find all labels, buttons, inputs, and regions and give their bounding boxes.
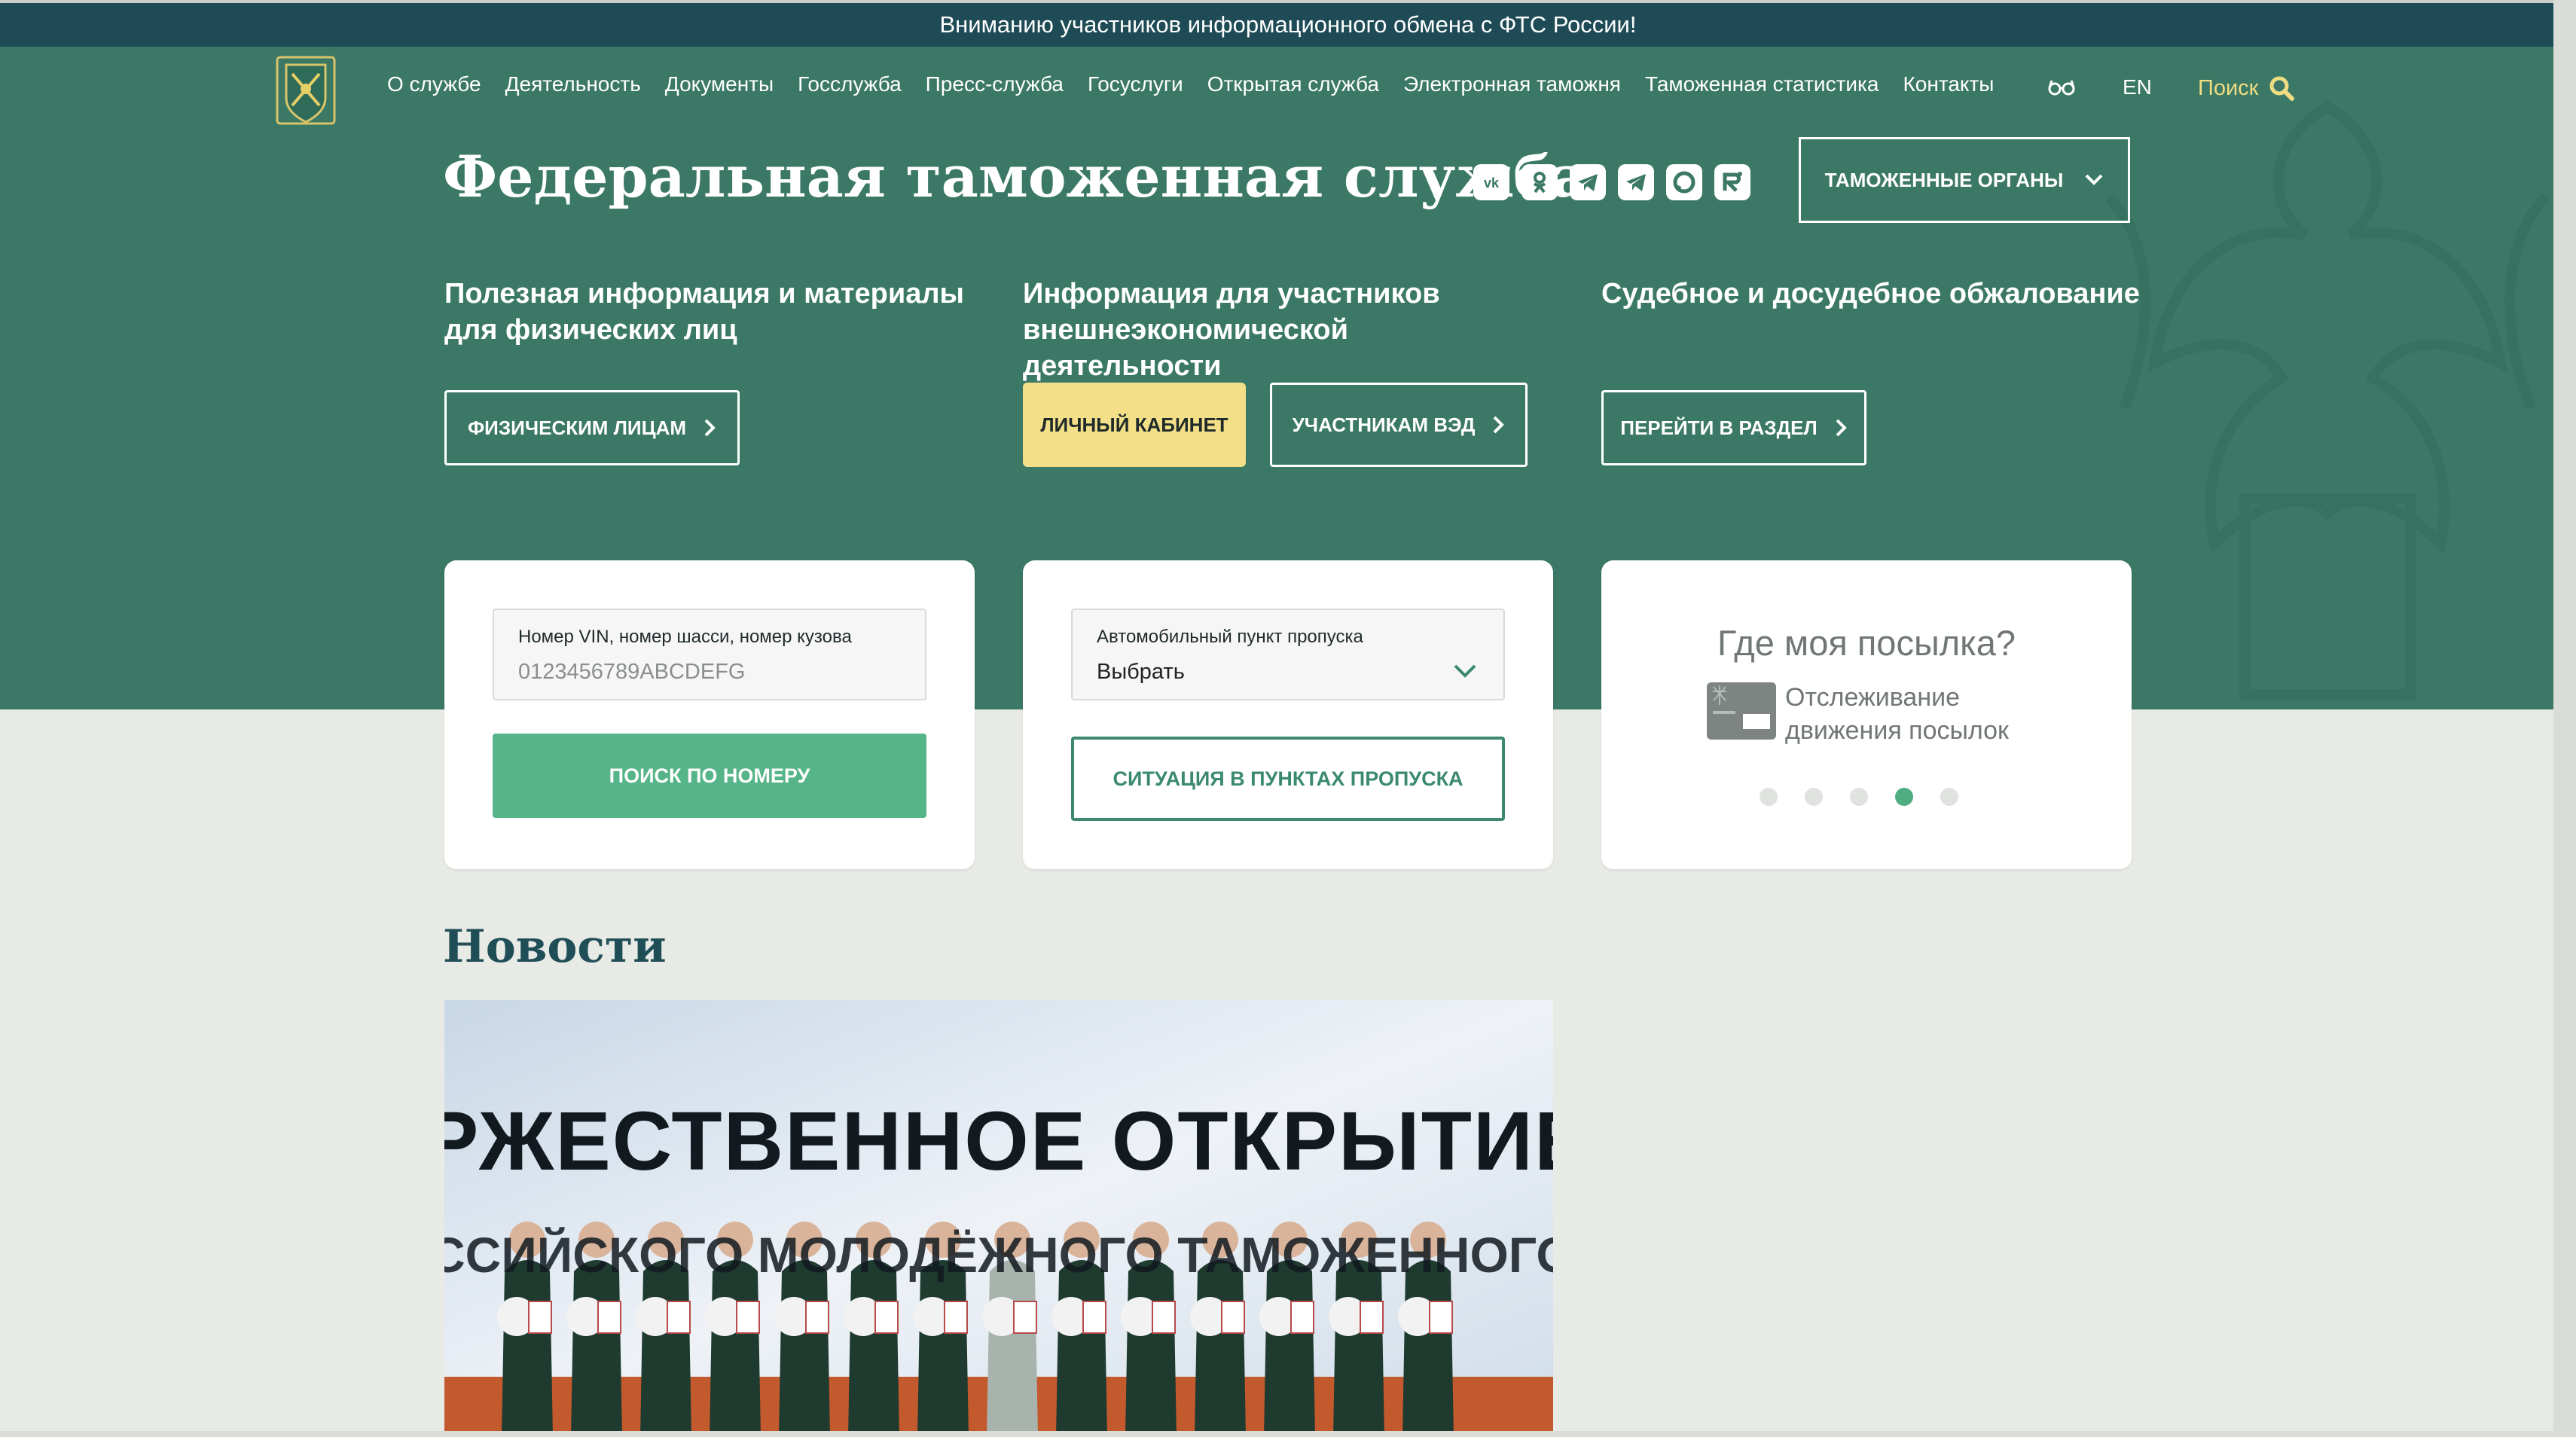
search-link[interactable]: Поиск (2198, 75, 2295, 101)
announcement-bar[interactable]: Вниманию участников информационного обме… (0, 3, 2576, 47)
news-banner-subtext: ССИЙСКОГО МОЛОДЁЖНОГО ТАМОЖЕННОГО ФОР (444, 1227, 1553, 1283)
customs-bodies-label: ТАМОЖЕННЫЕ ОРГАНЫ (1824, 168, 2064, 191)
vin-input-placeholder[interactable]: 0123456789ABCDEFG (518, 660, 745, 685)
chevron-down-icon[interactable] (1452, 663, 1478, 679)
checkpoint-select[interactable]: Автомобильный пункт пропуска Выбрать (1071, 609, 1505, 700)
appeal-button[interactable]: ПЕРЕЙТИ В РАЗДЕЛ (1601, 390, 1866, 465)
max-messenger-icon[interactable] (1666, 164, 1702, 200)
fts-emblem-logo[interactable] (276, 56, 336, 125)
search-label[interactable]: Поиск (2198, 76, 2258, 101)
nav-item-documents[interactable]: Документы (665, 72, 774, 96)
main-nav: О службе Деятельность Документы Госслужб… (387, 72, 1994, 96)
checkpoint-card: Автомобильный пункт пропуска Выбрать СИТ… (1023, 560, 1553, 869)
nav-item-civil-service[interactable]: Госслужба (798, 72, 902, 96)
individuals-button[interactable]: ФИЗИЧЕСКИМ ЛИЦАМ (444, 390, 740, 465)
news-heading: Новости (443, 920, 667, 973)
telegram-channel-icon[interactable] (1618, 164, 1654, 200)
parcel-subtitle: Отслеживание движения посылок (1785, 681, 2009, 747)
individuals-button-label: ФИЗИЧЕСКИМ ЛИЦАМ (467, 416, 687, 439)
window-frame-right (2553, 0, 2576, 1437)
coat-of-arms-watermark (2104, 100, 2550, 700)
news-photo[interactable]: РЖЕСТВЕННОЕ ОТКРЫТИЕ ССИЙСКОГО МОЛОДЁЖНО… (444, 1000, 1553, 1437)
chevron-down-icon (2085, 174, 2103, 185)
parcel-subtitle-line1: Отслеживание (1785, 683, 1961, 712)
checkpoint-select-label: Автомобильный пункт пропуска (1097, 627, 1363, 647)
nav-item-open-service[interactable]: Открытая служба (1207, 72, 1379, 96)
checkpoint-select-value[interactable]: Выбрать (1097, 660, 1185, 685)
news-banner-text: РЖЕСТВЕННОЕ ОТКРЫТИЕ (444, 1095, 1553, 1188)
news-photo-image[interactable] (444, 1000, 1553, 1437)
vin-search-card: Номер VIN, номер шасси, номер кузова 012… (444, 560, 975, 869)
nav-item-e-customs[interactable]: Электронная таможня (1403, 72, 1621, 96)
window-frame-bottom (0, 1431, 2576, 1437)
carousel-dot-4[interactable] (1895, 788, 1913, 806)
appeal-section-title: Судебное и досудебное обжалование (1601, 278, 2140, 310)
vin-input-label: Номер VIN, номер шасси, номер кузова (518, 627, 852, 647)
carousel-dots (1760, 788, 1958, 806)
carousel-dot-1[interactable] (1760, 788, 1778, 806)
vin-search-button[interactable]: ПОИСК ПО НОМЕРУ (493, 734, 926, 818)
parcel-tracking-card[interactable]: Где моя посылка? Отслеживание движения п… (1601, 560, 2132, 869)
carousel-dot-2[interactable] (1805, 788, 1823, 806)
search-icon[interactable] (2269, 75, 2295, 101)
nav-item-press[interactable]: Пресс-служба (926, 72, 1064, 96)
foreign-trade-button-label: УЧАСТНИКАМ ВЭД (1292, 413, 1476, 436)
personal-cabinet-button[interactable]: ЛИЧНЫЙ КАБИНЕТ (1023, 383, 1246, 467)
individuals-section-title: Полезная информация и материалы для физи… (444, 278, 964, 346)
vk-icon[interactable]: vk (1473, 164, 1509, 200)
nav-item-contacts[interactable]: Контакты (1903, 72, 1994, 96)
carousel-dot-5[interactable] (1940, 788, 1958, 806)
telegram-icon[interactable] (1570, 164, 1606, 200)
nav-item-about[interactable]: О службе (387, 72, 481, 96)
announcement-text[interactable]: Вниманию участников информационного обме… (940, 11, 1637, 38)
vin-input[interactable]: Номер VIN, номер шасси, номер кузова 012… (493, 609, 926, 700)
chevron-right-icon (1836, 419, 1847, 437)
nav-item-activity[interactable]: Деятельность (505, 72, 641, 96)
rutube-icon[interactable] (1714, 164, 1750, 200)
chevron-right-icon (704, 419, 716, 437)
site-title: Федеральная таможенная служба (443, 143, 1589, 210)
checkpoint-status-button[interactable]: СИТУАЦИЯ В ПУНКТАХ ПРОПУСКА (1071, 737, 1505, 821)
nav-item-public-services[interactable]: Госуслуги (1088, 72, 1183, 96)
parcel-subtitle-line2: движения посылок (1785, 716, 2009, 745)
svg-text:vk: vk (1484, 175, 1500, 191)
odnoklassniki-icon[interactable] (1521, 164, 1558, 200)
accessibility-glasses-icon[interactable] (2047, 78, 2076, 96)
parcel-box-icon (1707, 682, 1776, 740)
nav-item-statistics[interactable]: Таможенная статистика (1645, 72, 1879, 96)
chevron-right-icon (1493, 416, 1505, 434)
language-switch-en[interactable]: EN (2123, 75, 2152, 99)
carousel-dot-3[interactable] (1850, 788, 1868, 806)
appeal-button-label: ПЕРЕЙТИ В РАЗДЕЛ (1620, 416, 1818, 439)
customs-bodies-dropdown[interactable]: ТАМОЖЕННЫЕ ОРГАНЫ (1799, 137, 2130, 223)
social-links: vk (1473, 164, 1750, 200)
foreign-trade-button[interactable]: УЧАСТНИКАМ ВЭД (1270, 383, 1528, 467)
parcel-title[interactable]: Где моя посылка? (1601, 622, 2132, 664)
foreign-trade-section-title: Информация для участников внешнеэкономич… (1023, 278, 1440, 382)
